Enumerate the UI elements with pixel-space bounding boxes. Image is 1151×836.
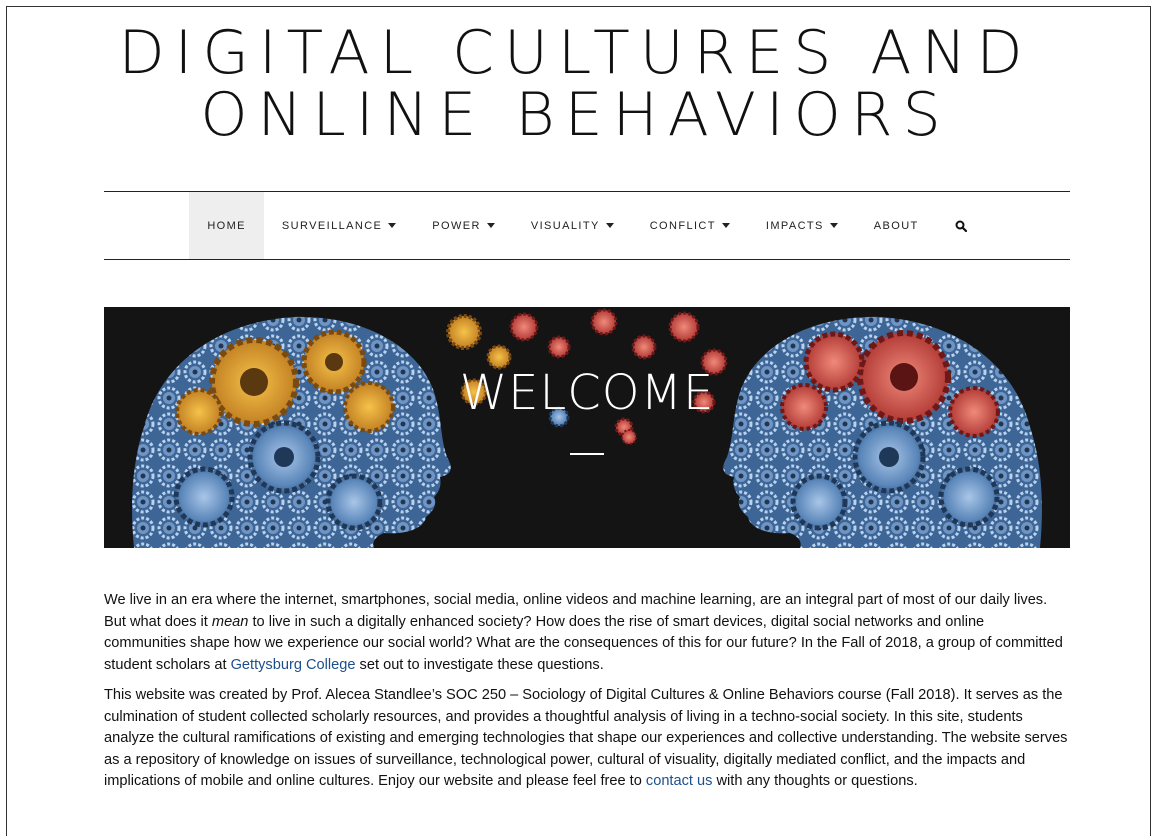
nav-item-label: ABOUT — [873, 219, 919, 232]
hero-banner: WELCOME — [104, 307, 1070, 548]
nav-item-home[interactable]: HOME — [189, 192, 264, 259]
caret-down-icon — [605, 223, 614, 228]
intro-text: set out to investigate these questions. — [355, 656, 604, 673]
site-title[interactable]: DIGITAL CULTURES AND ONLINE BEHAVIORS — [0, 22, 1151, 146]
site-title-line2: ONLINE BEHAVIORS — [200, 80, 951, 150]
gettysburg-college-link[interactable]: Gettysburg College — [231, 657, 356, 673]
intro-paragraph-2: This website was created by Prof. Alecea… — [104, 685, 1070, 793]
nav-item-label: POWER — [432, 219, 481, 232]
main-nav: HOME SURVEILLANCE POWER VISUALITY CONFLI… — [104, 192, 1070, 259]
nav-item-impacts[interactable]: IMPACTS — [748, 192, 856, 259]
hero-divider — [570, 453, 604, 455]
nav-item-label: VISUALITY — [530, 219, 600, 232]
caret-down-icon — [829, 223, 838, 228]
intro-content: We live in an era where the internet, sm… — [104, 590, 1070, 802]
nav-item-label: IMPACTS — [765, 219, 824, 232]
nav-item-visuality[interactable]: VISUALITY — [513, 192, 632, 259]
intro-text: This website was created by Prof. Alecea… — [104, 687, 1068, 789]
nav-item-label: CONFLICT — [649, 219, 716, 232]
caret-down-icon — [486, 223, 495, 228]
nav-search-button[interactable] — [937, 192, 985, 259]
gear-heads-image — [132, 308, 1042, 548]
hero-title: WELCOME — [459, 365, 715, 421]
caret-down-icon — [388, 223, 397, 228]
nav-item-conflict[interactable]: CONFLICT — [632, 192, 748, 259]
nav-item-surveillance[interactable]: SURVEILLANCE — [264, 192, 414, 259]
nav-item-label: HOME — [207, 219, 246, 232]
intro-paragraph-1: We live in an era where the internet, sm… — [104, 590, 1070, 676]
nav-bottom-divider — [104, 259, 1070, 260]
nav-item-power[interactable]: POWER — [414, 192, 513, 259]
nav-item-label: SURVEILLANCE — [281, 219, 383, 232]
nav-item-about[interactable]: ABOUT — [856, 192, 937, 259]
intro-emphasis: mean — [211, 613, 249, 630]
contact-us-link[interactable]: contact us — [646, 773, 713, 789]
site-title-line1: DIGITAL CULTURES AND — [118, 18, 1033, 88]
caret-down-icon — [721, 223, 730, 228]
search-icon — [955, 220, 967, 232]
intro-text: with any thoughts or questions. — [712, 773, 918, 789]
